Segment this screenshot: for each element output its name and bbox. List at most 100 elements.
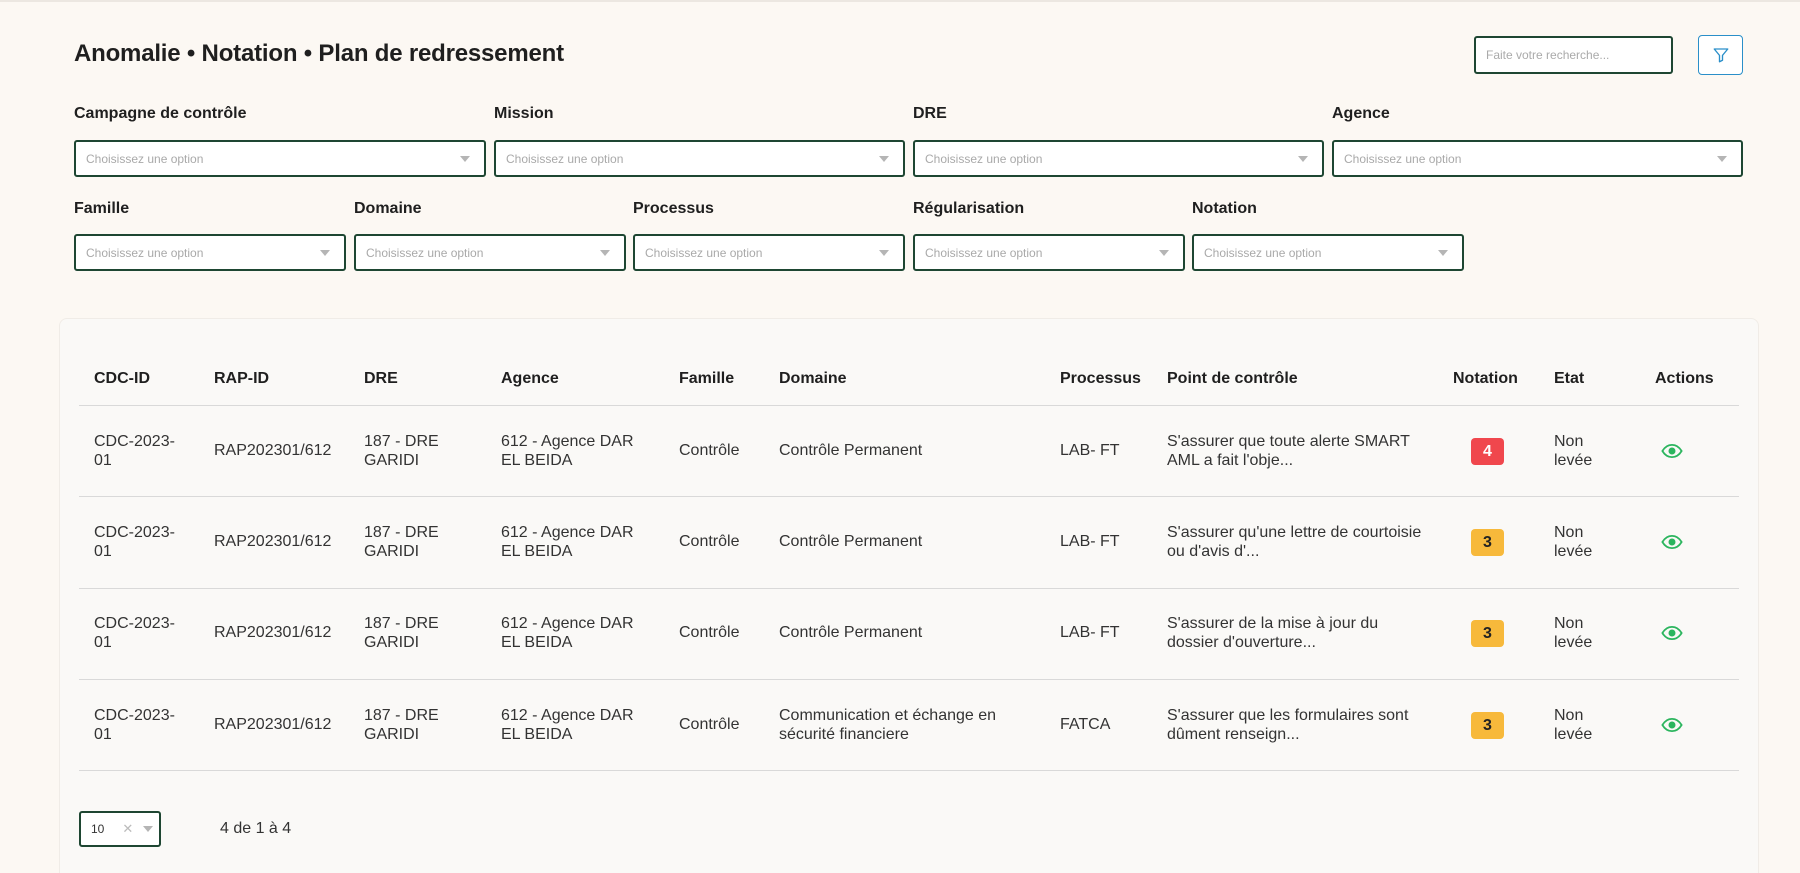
- divider: [79, 679, 1739, 680]
- filter-label-campagne: Campagne de contrôle: [74, 105, 247, 122]
- cell-rap-id: RAP202301/612: [214, 716, 332, 733]
- divider: [79, 770, 1739, 771]
- select-placeholder: Choisissez une option: [1204, 245, 1322, 260]
- eye-icon[interactable]: [1661, 535, 1683, 549]
- chevron-down-icon: [600, 249, 610, 256]
- cell-rap-id: RAP202301/612: [214, 533, 332, 550]
- select-mission[interactable]: Choisissez une option: [494, 140, 905, 177]
- chevron-down-icon: [879, 249, 889, 256]
- chevron-down-icon: [879, 155, 889, 162]
- select-placeholder: Choisissez une option: [86, 245, 204, 260]
- page-size-select[interactable]: 10 ✕: [79, 811, 161, 847]
- filter-label-domaine: Domaine: [354, 200, 422, 217]
- cell-famille: Contrôle: [679, 533, 740, 550]
- eye-icon[interactable]: [1661, 444, 1683, 458]
- cell-processus: FATCA: [1060, 716, 1111, 733]
- cell-processus: LAB- FT: [1060, 442, 1120, 459]
- filter-label-regularisation: Régularisation: [913, 200, 1025, 217]
- column-header-dre[interactable]: DRE: [364, 370, 398, 388]
- cell-processus: LAB- FT: [1060, 533, 1120, 550]
- cell-rap-id: RAP202301/612: [214, 442, 332, 459]
- cell-dre: 187 - DRE GARIDI: [364, 524, 439, 560]
- column-header-cdc-id[interactable]: CDC-ID: [94, 370, 150, 388]
- cell-cdc-id: CDC-2023- 01: [94, 433, 175, 469]
- chevron-down-icon: [143, 826, 154, 832]
- cell-famille: Contrôle: [679, 624, 740, 641]
- cell-agence: 612 - Agence DAR EL BEIDA: [501, 433, 634, 469]
- select-famille[interactable]: Choisissez une option: [74, 234, 346, 271]
- select-placeholder: Choisissez une option: [645, 245, 763, 260]
- select-placeholder: Choisissez une option: [925, 245, 1043, 260]
- column-header-etat[interactable]: Etat: [1554, 370, 1584, 388]
- notation-badge: 4: [1471, 438, 1504, 465]
- select-placeholder: Choisissez une option: [86, 151, 204, 166]
- funnel-icon: [1713, 48, 1728, 63]
- divider: [79, 496, 1739, 497]
- column-header-domaine[interactable]: Domaine: [779, 370, 847, 388]
- pagination-summary: 4 de 1 à 4: [220, 820, 292, 837]
- cell-domaine: Contrôle Permanent: [779, 533, 923, 550]
- select-placeholder: Choisissez une option: [925, 151, 1043, 166]
- chevron-down-icon: [1159, 249, 1169, 256]
- column-header-agence[interactable]: Agence: [501, 370, 559, 388]
- cell-etat: Non levée: [1554, 524, 1593, 560]
- eye-icon[interactable]: [1661, 718, 1683, 732]
- cell-domaine: Contrôle Permanent: [779, 624, 923, 641]
- select-placeholder: Choisissez une option: [366, 245, 484, 260]
- column-header-actions: Actions: [1655, 370, 1714, 387]
- cell-cdc-id: CDC-2023- 01: [94, 707, 175, 743]
- column-header-rap-id[interactable]: RAP-ID: [214, 370, 269, 388]
- cell-rap-id: RAP202301/612: [214, 624, 332, 641]
- filter-label-processus: Processus: [633, 200, 714, 217]
- cell-dre: 187 - DRE GARIDI: [364, 707, 439, 743]
- chevron-down-icon: [1717, 155, 1727, 162]
- cell-domaine: Communication et échange en sécurité fina…: [779, 707, 997, 743]
- column-header-processus[interactable]: Processus: [1060, 370, 1141, 388]
- divider: [79, 588, 1739, 589]
- notation-badge: 3: [1471, 620, 1504, 647]
- filter-label-notation: Notation: [1192, 200, 1257, 217]
- select-dre[interactable]: Choisissez une option: [913, 140, 1324, 177]
- cell-point-de-controle: S'assurer que les formulaires sont dûment…: [1167, 707, 1409, 743]
- cell-agence: 612 - Agence DAR EL BEIDA: [501, 707, 634, 743]
- cell-etat: Non levée: [1554, 433, 1593, 469]
- chevron-down-icon: [460, 155, 470, 162]
- cell-famille: Contrôle: [679, 442, 740, 459]
- search-input[interactable]: [1474, 36, 1673, 74]
- column-header-point-de-controle[interactable]: Point de contrôle: [1167, 370, 1298, 388]
- results-table: [59, 318, 1759, 873]
- cell-domaine: Contrôle Permanent: [779, 442, 923, 459]
- page-title: Anomalie • Notation • Plan de redresseme…: [74, 40, 564, 67]
- select-agence[interactable]: Choisissez une option: [1332, 140, 1743, 177]
- select-campagne[interactable]: Choisissez une option: [74, 140, 486, 177]
- filter-button[interactable]: [1698, 35, 1743, 75]
- filter-label-mission: Mission: [494, 105, 554, 122]
- cell-point-de-controle: S'assurer qu'une lettre de courtoisie ou …: [1167, 524, 1422, 560]
- filter-label-agence: Agence: [1332, 105, 1390, 122]
- select-domaine[interactable]: Choisissez une option: [354, 234, 626, 271]
- eye-icon[interactable]: [1661, 626, 1683, 640]
- cell-famille: Contrôle: [679, 716, 740, 733]
- column-header-famille[interactable]: Famille: [679, 370, 734, 388]
- chevron-down-icon: [1438, 249, 1448, 256]
- cell-etat: Non levée: [1554, 707, 1593, 743]
- notation-badge: 3: [1471, 529, 1504, 556]
- cell-point-de-controle: S'assurer que toute alerte SMART AML a fa…: [1167, 433, 1410, 469]
- notation-badge: 3: [1471, 712, 1504, 739]
- filter-label-dre: DRE: [913, 105, 947, 122]
- select-processus[interactable]: Choisissez une option: [633, 234, 905, 271]
- chevron-down-icon: [1298, 155, 1308, 162]
- page-size-value: 10: [91, 822, 105, 836]
- cell-point-de-controle: S'assurer de la mise à jour du dossier d'…: [1167, 615, 1379, 651]
- column-header-notation[interactable]: Notation: [1453, 370, 1518, 388]
- cell-cdc-id: CDC-2023- 01: [94, 524, 175, 560]
- cell-agence: 612 - Agence DAR EL BEIDA: [501, 615, 634, 651]
- cell-dre: 187 - DRE GARIDI: [364, 433, 439, 469]
- cell-processus: LAB- FT: [1060, 624, 1120, 641]
- select-placeholder: Choisissez une option: [1344, 151, 1462, 166]
- select-regularisation[interactable]: Choisissez une option: [913, 234, 1185, 271]
- cell-etat: Non levée: [1554, 615, 1593, 651]
- clear-icon[interactable]: ✕: [122, 821, 133, 837]
- cell-agence: 612 - Agence DAR EL BEIDA: [501, 524, 634, 560]
- select-notation[interactable]: Choisissez une option: [1192, 234, 1464, 271]
